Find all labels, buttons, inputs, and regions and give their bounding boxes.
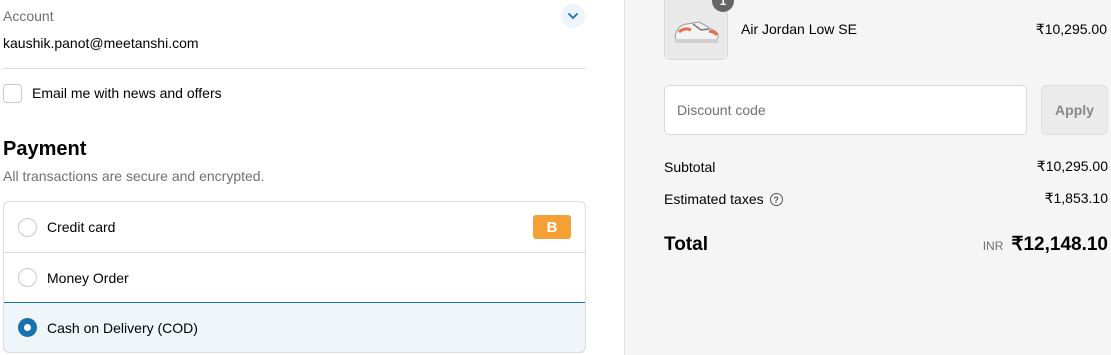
order-summary: 1 Air Jordan Low SE ₹10,295.00 Apply Sub… bbox=[624, 0, 1111, 355]
newsletter-checkbox[interactable] bbox=[3, 83, 22, 103]
money-order-label: Money Order bbox=[47, 269, 129, 286]
taxes-label: Estimated taxes bbox=[664, 190, 764, 207]
total-amount: ₹12,148.10 bbox=[1011, 234, 1108, 255]
payment-method-money-order[interactable]: Money Order bbox=[4, 252, 585, 302]
account-email: kaushik.panot@meetanshi.com bbox=[3, 35, 199, 51]
divider bbox=[3, 68, 586, 69]
payment-methods: Credit card B Money Order Cash on Delive… bbox=[3, 201, 586, 353]
cod-label: Cash on Delivery (COD) bbox=[47, 319, 198, 336]
product-price: ₹10,295.00 bbox=[1035, 21, 1107, 37]
discount-code-input[interactable] bbox=[664, 85, 1027, 135]
help-circle-icon[interactable]: ? bbox=[769, 193, 783, 207]
money-order-radio[interactable] bbox=[18, 268, 37, 287]
currency-code: INR bbox=[982, 239, 1004, 253]
chevron-down-icon[interactable] bbox=[561, 4, 585, 28]
apply-discount-button[interactable]: Apply bbox=[1041, 85, 1108, 135]
credit-card-label: Credit card bbox=[47, 219, 116, 235]
account-label: Account bbox=[3, 8, 54, 24]
subtotal-label: Subtotal bbox=[664, 158, 716, 175]
cod-radio[interactable] bbox=[18, 318, 37, 337]
subtotal-value: ₹10,295.00 bbox=[1036, 158, 1108, 174]
payment-method-cod[interactable]: Cash on Delivery (COD) bbox=[4, 302, 585, 352]
payment-subtitle: All transactions are secure and encrypte… bbox=[3, 168, 265, 184]
card-brand-badge: B bbox=[533, 215, 571, 239]
checkout-main: Account kaushik.panot@meetanshi.com Emai… bbox=[0, 0, 624, 355]
payment-method-credit-card[interactable]: Credit card B bbox=[4, 202, 585, 252]
credit-card-radio[interactable] bbox=[18, 217, 37, 237]
taxes-row: Estimated taxes? ₹1,853.10 bbox=[664, 190, 1108, 207]
total-label: Total bbox=[664, 234, 708, 255]
taxes-value: ₹1,853.10 bbox=[1044, 190, 1108, 206]
newsletter-option[interactable]: Email me with news and offers bbox=[3, 83, 222, 103]
subtotal-row: Subtotal ₹10,295.00 bbox=[664, 158, 1108, 175]
total-row: Total INR ₹12,148.10 bbox=[664, 233, 1108, 256]
newsletter-label: Email me with news and offers bbox=[32, 85, 222, 101]
product-name: Air Jordan Low SE bbox=[741, 21, 857, 37]
payment-title: Payment bbox=[3, 138, 87, 160]
